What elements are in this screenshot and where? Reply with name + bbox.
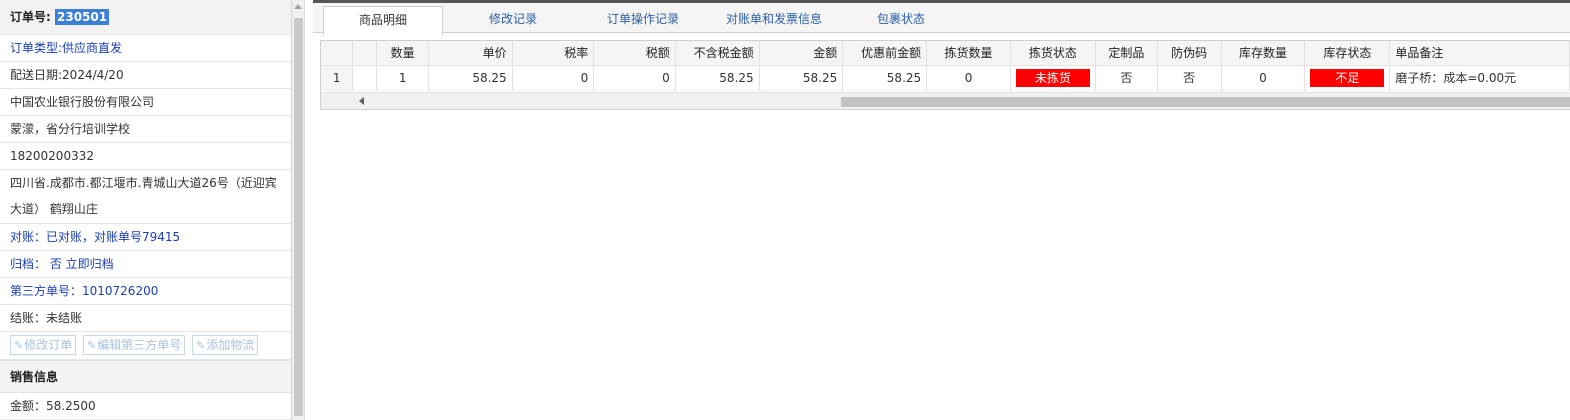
tab-operation-log[interactable]: 订单操作记录 xyxy=(583,6,703,35)
pencil-icon: ✎ xyxy=(87,339,97,352)
edit-order-label: 修改订单 xyxy=(24,338,73,352)
delivery-date: 配送日期:2024/4/20 xyxy=(0,62,291,89)
col-header-index xyxy=(321,41,354,66)
col-header-qty[interactable]: 数量 xyxy=(376,41,430,66)
cell-stock-status: 不足 xyxy=(1304,65,1391,91)
cell-amount: 58.25 xyxy=(759,65,844,91)
third-party-number: 第三方单号：1010726200 xyxy=(0,278,291,305)
col-header-stock-qty[interactable]: 库存数量 xyxy=(1221,41,1306,66)
contact-name: 蒙濛，省分行培训学校 xyxy=(0,116,291,143)
edit-third-party-button[interactable]: ✎编辑第三方单号 xyxy=(83,335,186,355)
archive-status[interactable]: 归档： 否 立即归档 xyxy=(0,251,291,278)
pencil-icon: ✎ xyxy=(196,339,206,352)
col-header-anti-fake[interactable]: 防伪码 xyxy=(1157,41,1222,66)
sales-info-title: 销售信息 xyxy=(0,360,291,393)
tab-reconcile-invoice[interactable]: 对账单和发票信息 xyxy=(709,6,839,35)
scroll-up-icon[interactable] xyxy=(294,4,302,9)
col-header-tax[interactable]: 税额 xyxy=(593,41,676,66)
cell-stock-qty: 0 xyxy=(1221,65,1306,91)
horizontal-scroll-thumb[interactable] xyxy=(841,97,1570,107)
company-name: 中国农业银行股份有限公司 xyxy=(0,89,291,116)
col-header-pick-qty[interactable]: 拣货数量 xyxy=(926,41,1011,66)
phone-number: 18200200332 xyxy=(0,143,291,170)
add-logistics-button[interactable]: ✎添加物流 xyxy=(192,335,259,355)
cell-pick-status: 未拣货 xyxy=(1010,65,1096,91)
grid-horizontal-scrollbar[interactable] xyxy=(321,92,1570,109)
sales-amount: 金额：58.2500 xyxy=(0,393,291,420)
cell-pre-discount: 58.25 xyxy=(842,65,928,91)
cell-qty: 1 xyxy=(376,65,430,91)
tab-modify-log[interactable]: 修改记录 xyxy=(453,6,573,35)
scroll-left-icon[interactable] xyxy=(359,97,364,105)
cell-net-amount: 58.25 xyxy=(675,65,760,91)
cell-remark: 磨子桥：成本=0.00元 xyxy=(1389,65,1570,91)
cell-anti-fake: 否 xyxy=(1157,65,1222,91)
product-table: 数量 单价 税率 税额 不含税金额 金额 优惠前金额 拣货数量 拣货状态 定制品… xyxy=(321,41,1570,91)
action-buttons: ✎修改订单 ✎编辑第三方单号 ✎添加物流 xyxy=(0,332,291,360)
col-header-price[interactable]: 单价 xyxy=(428,41,513,66)
left-panel-scrollbar[interactable] xyxy=(292,0,305,420)
edit-third-party-label: 编辑第三方单号 xyxy=(97,338,182,352)
stock-status-badge: 不足 xyxy=(1310,68,1385,87)
reconcile-status[interactable]: 对账：已对账，对账单号79415 xyxy=(0,224,291,251)
cell-tax-rate: 0 xyxy=(512,65,595,91)
edit-order-button[interactable]: ✎修改订单 xyxy=(10,335,77,355)
cell-price: 58.25 xyxy=(428,65,513,91)
detail-panel: 商品明细 修改记录 订单操作记录 对账单和发票信息 包裹状态 数量 单价 税率 … xyxy=(313,0,1570,420)
settle-status: 结账：未结账 xyxy=(0,305,291,332)
order-number-value[interactable]: 230501 xyxy=(55,9,110,25)
product-grid: 数量 单价 税率 税额 不含税金额 金额 优惠前金额 拣货数量 拣货状态 定制品… xyxy=(320,40,1570,110)
pencil-icon: ✎ xyxy=(14,339,24,352)
col-header-net-amount[interactable]: 不含税金额 xyxy=(675,41,760,66)
col-header-remark[interactable]: 单品备注 xyxy=(1389,41,1570,66)
cell-tax: 0 xyxy=(593,65,676,91)
col-header-pick-status[interactable]: 拣货状态 xyxy=(1010,41,1096,66)
col-header-custom[interactable]: 定制品 xyxy=(1095,41,1158,66)
cell-pick-qty: 0 xyxy=(926,65,1011,91)
row-check[interactable] xyxy=(352,65,378,91)
order-number-row: 订单号: 230501 xyxy=(0,0,291,35)
col-header-stock-status[interactable]: 库存状态 xyxy=(1304,41,1391,66)
tab-product-detail[interactable]: 商品明细 xyxy=(323,6,443,36)
col-header-check xyxy=(352,41,378,66)
cell-custom: 否 xyxy=(1095,65,1158,91)
order-info-panel: 订单号: 230501 订单类型:供应商直发 配送日期:2024/4/20 中国… xyxy=(0,0,292,420)
col-header-amount[interactable]: 金额 xyxy=(759,41,844,66)
col-header-pre-discount[interactable]: 优惠前金额 xyxy=(842,41,928,66)
table-header-row: 数量 单价 税率 税额 不含税金额 金额 优惠前金额 拣货数量 拣货状态 定制品… xyxy=(321,41,1570,66)
tab-bar: 商品明细 修改记录 订单操作记录 对账单和发票信息 包裹状态 xyxy=(313,0,1570,36)
address: 四川省.成都市.都江堰市.青城山大道26号（近迎宾大道） 鹤翔山庄 xyxy=(0,170,291,224)
tab-package-status[interactable]: 包裹状态 xyxy=(841,6,961,35)
row-index: 1 xyxy=(321,65,354,91)
table-row[interactable]: 1 1 58.25 0 0 58.25 58.25 58.25 0 未拣货 否 … xyxy=(321,65,1570,91)
pick-status-badge: 未拣货 xyxy=(1015,68,1090,87)
order-number-label: 订单号: xyxy=(10,10,51,24)
add-logistics-label: 添加物流 xyxy=(206,338,255,352)
order-type: 订单类型:供应商直发 xyxy=(0,35,291,62)
scroll-thumb[interactable] xyxy=(294,18,303,416)
col-header-tax-rate[interactable]: 税率 xyxy=(512,41,595,66)
